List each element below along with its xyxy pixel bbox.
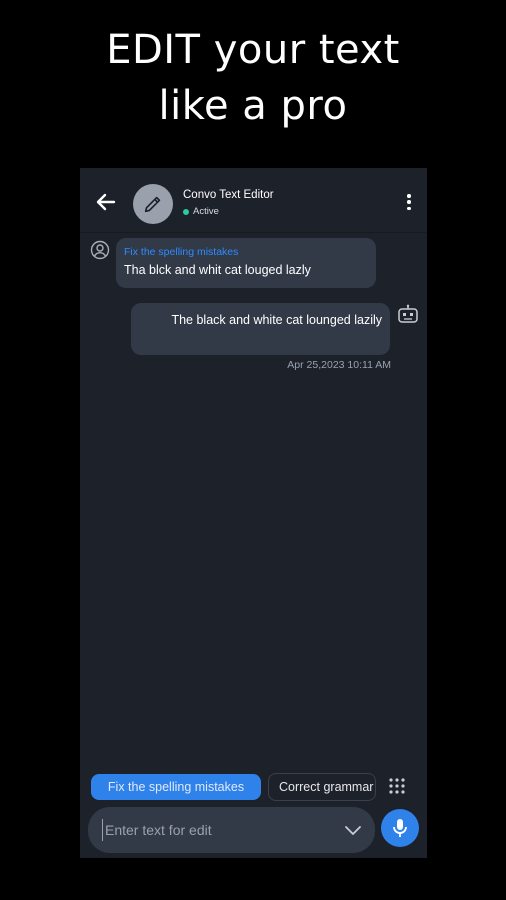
- outgoing-message: The black and white cat lounged lazily: [131, 303, 390, 355]
- avatar[interactable]: [133, 184, 173, 224]
- headline-line-1: EDIT your text: [106, 27, 400, 73]
- mic-button[interactable]: [381, 809, 419, 847]
- promo-headline: EDIT your text like a pro: [0, 22, 506, 134]
- message-command: Fix the spelling mistakes: [124, 246, 239, 258]
- grid-icon[interactable]: [388, 777, 406, 795]
- chip-fix-spelling[interactable]: Fix the spelling mistakes: [91, 774, 261, 800]
- back-arrow-icon[interactable]: [94, 190, 118, 214]
- status-dot: [183, 208, 189, 215]
- more-vert-icon[interactable]: [405, 194, 413, 210]
- text-input-container: [88, 807, 375, 853]
- chip-correct-grammar[interactable]: Correct grammar: [268, 773, 376, 801]
- app-bar: Convo Text Editor Active: [80, 168, 427, 233]
- app-screen: Convo Text Editor Active Fix the spellin…: [80, 168, 427, 858]
- message-text: Tha blck and whit cat louged lazly: [124, 263, 311, 277]
- message-timestamp: Apr 25,2023 10:11 AM: [287, 359, 391, 371]
- mic-icon: [393, 819, 407, 837]
- edit-text-input[interactable]: [102, 819, 335, 841]
- user-icon: [90, 240, 110, 260]
- incoming-message: Fix the spelling mistakes Tha blck and w…: [116, 238, 376, 288]
- chip-label: Correct grammar: [279, 780, 374, 794]
- status-indicator: Active: [183, 206, 219, 217]
- status-label: Active: [193, 206, 219, 217]
- message-text: The black and white cat lounged lazily: [171, 313, 382, 327]
- chat-title: Convo Text Editor: [183, 189, 274, 201]
- pencil-icon: [144, 196, 161, 213]
- headline-line-2: like a pro: [158, 83, 348, 129]
- chevron-down-icon[interactable]: [344, 823, 362, 837]
- robot-icon: [398, 304, 418, 323]
